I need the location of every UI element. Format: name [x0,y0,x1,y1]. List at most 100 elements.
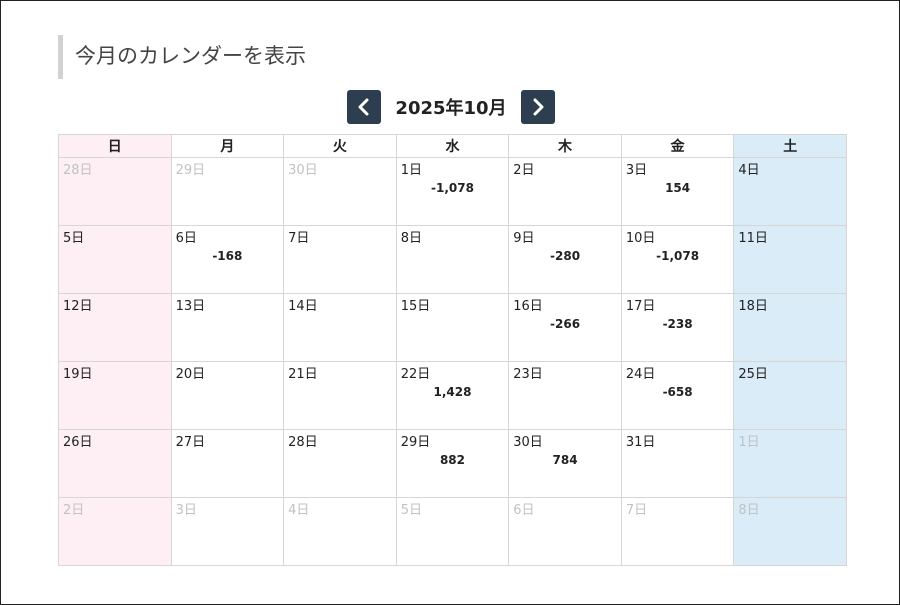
day-number: 6日 [513,503,535,518]
weekday-header-sat: 土 [733,134,847,158]
day-number: 30日 [513,435,543,450]
calendar-day-cell[interactable]: 29日 882 [395,429,510,498]
day-number: 29日 [175,163,206,178]
day-number: 3日 [175,503,197,518]
day-number: 5日 [63,231,85,246]
day-number: 7日 [625,503,648,518]
calendar-day-cell[interactable]: 18日 [733,293,847,362]
calendar-day-cell[interactable]: 1日 [733,429,847,498]
calendar-day-cell[interactable]: 7日 [620,497,735,566]
calendar-day-cell[interactable]: 8日 [395,225,510,294]
day-number: 29日 [400,435,431,450]
calendar-day-cell[interactable]: 8日 [733,497,847,566]
calendar-day-cell[interactable]: 5日 [58,225,172,294]
day-number: 2日 [63,503,85,518]
day-number: 1日 [400,163,422,178]
calendar-day-cell[interactable]: 30日 [283,157,397,226]
calendar-day-cell[interactable]: 1日 -1,078 [395,157,510,226]
day-number: 14日 [288,299,318,314]
window-frame: 今月のカレンダーを表示 2025年10月 日 月 火 水 木 金 土 28日 2… [0,0,900,605]
calendar-week-row: 5日 6日 -168 7日 8日 9日 -280 10日 -1,078 11日 [58,225,847,294]
day-number: 1日 [738,435,760,450]
calendar-day-cell[interactable]: 13日 [170,293,285,362]
calendar-day-cell[interactable]: 30日 784 [508,429,622,498]
calendar-day-cell[interactable]: 6日 -168 [170,225,285,294]
calendar-day-cell[interactable]: 21日 [283,361,397,430]
day-number: 8日 [400,231,422,246]
chevron-right-icon [533,98,544,116]
day-number: 23日 [513,367,543,382]
calendar-week-row: 26日 27日 28日 29日 882 30日 784 31日 1日 [58,429,847,498]
calendar-day-cell[interactable]: 29日 [170,157,285,226]
weekday-header-tue: 火 [283,134,397,158]
calendar-day-cell[interactable]: 2日 [58,497,172,566]
weekday-header-fri: 金 [620,134,735,158]
calendar-day-cell[interactable]: 14日 [283,293,397,362]
calendar-day-cell[interactable]: 22日 1,428 [395,361,510,430]
calendar-day-cell[interactable]: 3日 [170,497,285,566]
day-amount: -658 [662,385,693,399]
calendar-day-cell[interactable]: 27日 [170,429,285,498]
calendar-week-row: 28日 29日 30日 1日 -1,078 2日 3日 154 4日 [58,157,847,226]
day-number: 28日 [288,435,318,450]
weekday-header-sun: 日 [58,134,172,158]
calendar-week-row: 12日 13日 14日 15日 16日 -266 17日 -238 18日 [58,293,847,362]
day-amount: -280 [550,249,581,263]
day-number: 24日 [625,367,656,382]
calendar-day-cell[interactable]: 26日 [58,429,172,498]
calendar-day-cell[interactable]: 17日 -238 [620,293,735,362]
day-number: 28日 [63,163,93,178]
calendar-day-cell[interactable]: 20日 [170,361,285,430]
prev-month-button[interactable] [347,90,382,124]
day-number: 17日 [625,299,656,314]
day-number: 19日 [63,367,93,382]
calendar-day-cell[interactable]: 5日 [395,497,510,566]
day-number: 26日 [63,435,93,450]
calendar-day-cell[interactable]: 15日 [395,293,510,362]
day-number: 30日 [288,163,318,178]
calendar-day-cell[interactable]: 10日 -1,078 [620,225,735,294]
day-number: 4日 [738,163,760,178]
calendar-day-cell[interactable]: 4日 [733,157,847,226]
day-amount: -266 [550,317,581,331]
calendar-day-cell[interactable]: 31日 [620,429,735,498]
day-amount: 784 [552,453,578,467]
calendar-day-cell[interactable]: 6日 [508,497,622,566]
weekday-header-mon: 月 [170,134,285,158]
calendar-day-cell[interactable]: 19日 [58,361,172,430]
day-number: 31日 [625,435,656,450]
day-number: 9日 [513,231,535,246]
calendar-day-cell[interactable]: 23日 [508,361,622,430]
weekday-header-thu: 木 [508,134,622,158]
calendar-day-cell[interactable]: 16日 -266 [508,293,622,362]
day-number: 20日 [175,367,206,382]
day-number: 5日 [400,503,422,518]
calendar-day-cell[interactable]: 24日 -658 [620,361,735,430]
day-amount: 154 [665,181,691,195]
day-number: 27日 [175,435,206,450]
calendar-day-cell[interactable]: 7日 [283,225,397,294]
month-navigation: 2025年10月 [1,90,900,124]
day-amount: -1,078 [431,181,474,195]
day-number: 11日 [738,231,768,246]
page-title: 今月のカレンダーを表示 [58,35,306,79]
calendar-grid: 日 月 火 水 木 金 土 28日 29日 30日 1日 -1,078 2日 3日 154 4日… [58,134,847,566]
calendar-day-cell[interactable]: 2日 [508,157,622,226]
calendar-day-cell[interactable]: 9日 -280 [508,225,622,294]
calendar-day-cell[interactable]: 28日 [58,157,172,226]
day-number: 21日 [288,367,318,382]
day-number: 10日 [625,231,656,246]
calendar-day-cell[interactable]: 28日 [283,429,397,498]
calendar-day-cell[interactable]: 12日 [58,293,172,362]
day-number: 18日 [738,299,768,314]
calendar-day-cell[interactable]: 3日 154 [620,157,735,226]
weekday-header-row: 日 月 火 水 木 金 土 [58,134,847,158]
chevron-left-icon [358,98,369,116]
calendar-day-cell[interactable]: 25日 [733,361,847,430]
day-amount: 1,428 [433,385,472,399]
next-month-button[interactable] [520,90,555,124]
day-number: 7日 [288,231,310,246]
day-number: 25日 [738,367,768,382]
calendar-day-cell[interactable]: 4日 [283,497,397,566]
calendar-day-cell[interactable]: 11日 [733,225,847,294]
